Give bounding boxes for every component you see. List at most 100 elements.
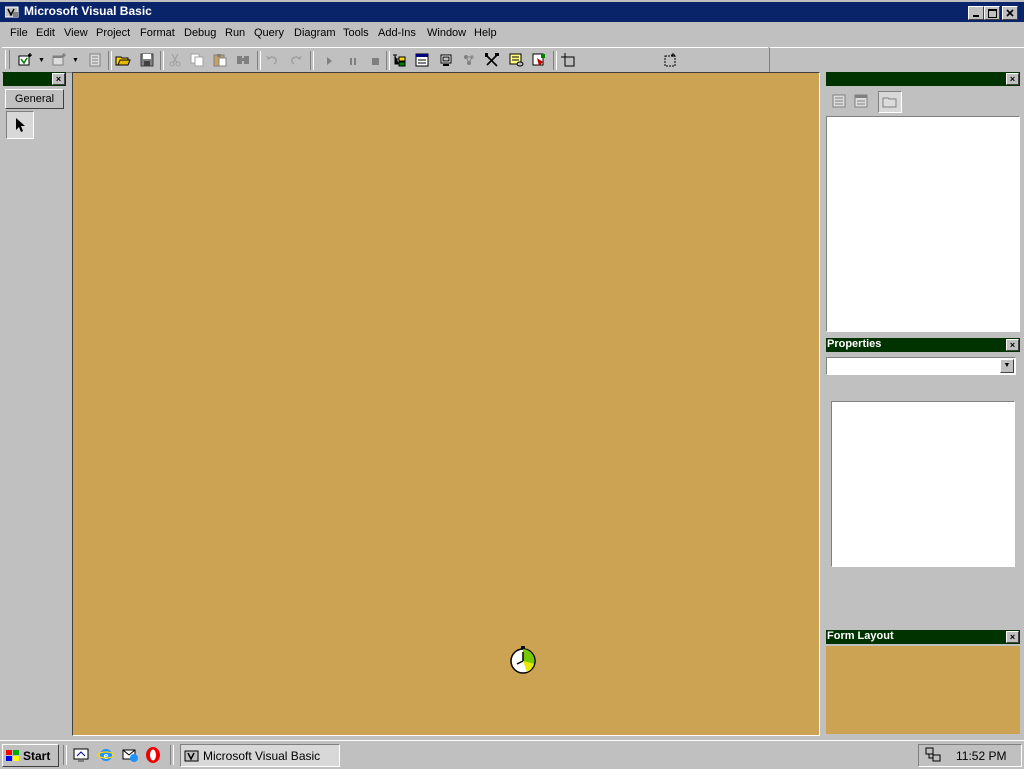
- save-project-button[interactable]: [138, 51, 156, 69]
- start-button[interactable]: [320, 51, 338, 69]
- menu-window[interactable]: Window: [427, 27, 466, 39]
- copy-icon: [190, 53, 204, 67]
- taskbar-separator: [63, 745, 67, 765]
- toolbar-separator: [160, 51, 164, 70]
- outlook-express-icon: [122, 749, 138, 762]
- project-tree[interactable]: [826, 116, 1020, 332]
- properties-window-icon: [415, 53, 429, 67]
- data-view-icon: [509, 53, 524, 67]
- open-project-button[interactable]: [114, 51, 132, 69]
- toolbar-dock-area: [769, 47, 1024, 72]
- component-manager-icon: [532, 53, 545, 66]
- open-project-icon: [115, 56, 131, 66]
- toolbar-separator: [257, 51, 261, 70]
- undo-icon: [266, 56, 277, 65]
- cut-icon: [169, 53, 181, 67]
- menu-run[interactable]: Run: [225, 27, 245, 39]
- end-button[interactable]: [366, 51, 384, 69]
- minimize-button[interactable]: [968, 6, 984, 20]
- standard-toolbar: ▼ ▼: [2, 47, 768, 73]
- menu-editor-button[interactable]: [86, 51, 104, 69]
- menu-add-ins[interactable]: Add-Ins: [378, 27, 416, 39]
- dropdown-arrow-icon[interactable]: ▼: [72, 57, 79, 64]
- opera-button[interactable]: [144, 746, 164, 764]
- add-form-button[interactable]: [50, 51, 68, 69]
- menu-file[interactable]: File: [10, 27, 28, 39]
- taskbar: Start e Microsoft Visual Basic 11:52 PM: [0, 740, 1024, 769]
- form-layout-canvas[interactable]: [826, 646, 1020, 734]
- properties-window-button[interactable]: [413, 51, 431, 69]
- menu-tools[interactable]: Tools: [343, 27, 369, 39]
- toolbar-grip[interactable]: [5, 50, 10, 69]
- form-layout-button[interactable]: [437, 51, 455, 69]
- cut-button[interactable]: [166, 51, 184, 69]
- view-object-icon: [854, 94, 868, 108]
- size-icon: [664, 53, 676, 67]
- internet-explorer-icon: e: [97, 749, 115, 762]
- pointer-tool[interactable]: [6, 111, 34, 139]
- form-layout-close-button[interactable]: ×: [1006, 631, 1019, 643]
- start-menu-button[interactable]: Start: [2, 744, 59, 767]
- menu-view[interactable]: View: [64, 27, 88, 39]
- folder-icon: [882, 97, 897, 108]
- properties-grid[interactable]: [831, 401, 1015, 567]
- toolbox-button[interactable]: [483, 51, 501, 69]
- object-browser-button[interactable]: [460, 51, 478, 69]
- internet-explorer-button[interactable]: e: [97, 746, 117, 764]
- menu-query[interactable]: Query: [254, 27, 284, 39]
- start-icon: [327, 57, 332, 65]
- system-tray: 11:52 PM: [918, 744, 1022, 767]
- menu-help[interactable]: Help: [474, 27, 497, 39]
- maximize-icon: [987, 8, 997, 18]
- taskbar-button-visual-basic[interactable]: Microsoft Visual Basic: [180, 744, 340, 767]
- menu-edit[interactable]: Edit: [36, 27, 55, 39]
- menu-debug[interactable]: Debug: [184, 27, 216, 39]
- undo-button[interactable]: [263, 51, 281, 69]
- show-desktop-icon: [73, 748, 89, 762]
- find-icon: [237, 56, 249, 64]
- add-project-button[interactable]: [16, 51, 34, 69]
- outlook-express-button[interactable]: [121, 746, 141, 764]
- view-code-button[interactable]: [830, 92, 848, 110]
- menu-project[interactable]: Project: [96, 27, 130, 39]
- taskbar-separator: [170, 745, 174, 765]
- paste-button[interactable]: [211, 51, 229, 69]
- toolbox-close-button[interactable]: ×: [52, 73, 65, 85]
- close-button[interactable]: [1002, 6, 1018, 20]
- maximize-button[interactable]: [984, 6, 1000, 20]
- data-view-button[interactable]: [507, 51, 525, 69]
- copy-button[interactable]: [188, 51, 206, 69]
- hourglass-cursor-icon: [510, 646, 536, 674]
- start-label: Start: [23, 748, 51, 763]
- redo-button[interactable]: [287, 51, 305, 69]
- object-browser-icon: [464, 55, 474, 65]
- save-project-icon: [140, 53, 154, 67]
- project-explorer-close-button[interactable]: ×: [1006, 73, 1019, 85]
- toggle-folders-button[interactable]: [878, 91, 902, 113]
- pointer-icon: [16, 118, 25, 132]
- component-manager-button[interactable]: [530, 51, 548, 69]
- network-icon[interactable]: [925, 747, 943, 763]
- chevron-down-icon[interactable]: ▼: [1000, 359, 1014, 373]
- toolbox-general-tab[interactable]: General: [5, 89, 64, 109]
- vb-app-icon: [184, 750, 199, 761]
- dropdown-arrow-icon[interactable]: ▼: [38, 57, 45, 64]
- toolbar-separator: [310, 51, 314, 70]
- windows-logo-icon: [6, 749, 19, 761]
- toolbar-separator: [108, 51, 112, 70]
- properties-close-button[interactable]: ×: [1006, 339, 1019, 351]
- close-icon: [1006, 9, 1014, 17]
- menu-diagram[interactable]: Diagram: [294, 27, 336, 39]
- form-layout-icon: [440, 54, 452, 66]
- show-desktop-button[interactable]: [72, 746, 92, 764]
- opera-icon: [146, 747, 160, 763]
- properties-object-select[interactable]: ▼: [826, 357, 1016, 375]
- clock[interactable]: 11:52 PM: [956, 749, 1006, 763]
- break-button[interactable]: [344, 51, 362, 69]
- menu-bar: File Edit View Project Format Debug Run …: [0, 24, 1024, 44]
- find-button[interactable]: [234, 51, 252, 69]
- view-object-button[interactable]: [852, 92, 870, 110]
- menu-format[interactable]: Format: [140, 27, 175, 39]
- project-explorer-button[interactable]: [390, 51, 408, 69]
- mdi-workspace[interactable]: [72, 72, 820, 736]
